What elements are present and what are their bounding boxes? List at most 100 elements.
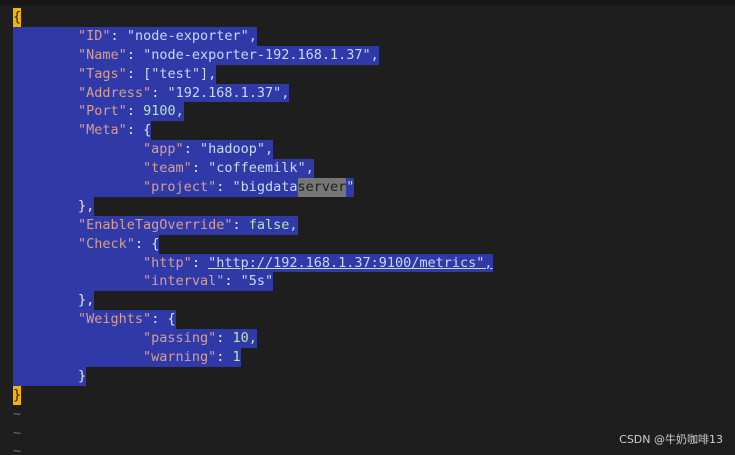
colon: : <box>110 26 127 46</box>
json-value: "hadoop", <box>199 140 274 160</box>
code-line[interactable]: "warning": 1 <box>13 348 735 367</box>
json-key: "Meta" <box>78 121 127 141</box>
json-key: "Check" <box>78 234 135 254</box>
json-value: 10, <box>232 329 257 349</box>
empty-line-marker: ~ <box>13 405 22 422</box>
code-line[interactable]: "project": "bigdataserver" <box>13 178 735 197</box>
json-value: ["test"], <box>143 64 217 84</box>
text-buffer[interactable]: { "ID": "node-exporter", "Name": "node-e… <box>13 8 735 455</box>
json-value: { <box>151 234 160 254</box>
line-indent <box>13 234 79 254</box>
line-indent <box>13 253 144 273</box>
json-key: "warning" <box>143 348 217 367</box>
code-editor[interactable]: { "ID": "node-exporter", "Name": "node-e… <box>0 0 735 455</box>
code-line[interactable]: "ID": "node-exporter", <box>13 26 735 46</box>
json-key: "project" <box>143 178 217 197</box>
code-line[interactable]: "team": "coffeemilk", <box>13 159 735 179</box>
line-indent <box>13 348 144 367</box>
code-line[interactable]: "Port": 9100, <box>13 102 735 122</box>
colon: : <box>191 159 209 179</box>
code-line[interactable]: }, <box>13 196 735 216</box>
colon: : <box>126 64 144 84</box>
code-line[interactable]: } <box>13 385 735 405</box>
colon: : <box>134 234 152 254</box>
line-indent <box>13 102 79 122</box>
colon: : <box>151 83 168 103</box>
colon: : <box>216 348 233 367</box>
code-line[interactable]: "app": "hadoop", <box>13 140 735 160</box>
colon: : <box>126 45 144 65</box>
json-value-end: " <box>346 178 355 197</box>
code-line[interactable]: "Tags": ["test"], <box>13 64 735 84</box>
line-indent <box>13 159 144 179</box>
colon: : <box>224 272 241 292</box>
editor-top-bar <box>0 0 735 6</box>
colon: : <box>191 253 209 273</box>
line-indent <box>13 329 144 349</box>
json-value: "bigdata <box>232 178 298 197</box>
line-indent <box>13 178 144 197</box>
line-indent <box>13 291 79 311</box>
json-key: "EnableTagOverride" <box>78 215 233 235</box>
line-indent <box>13 140 144 160</box>
colon: : <box>232 215 249 235</box>
colon: : <box>216 329 233 349</box>
line-indent <box>13 121 79 141</box>
line-indent <box>13 272 144 292</box>
line-indent <box>13 196 79 216</box>
json-key: "ID" <box>78 26 111 46</box>
code-line[interactable]: } <box>13 366 735 386</box>
cursor-closing-brace: } <box>13 385 22 405</box>
json-value: "192.168.1.37", <box>167 83 290 103</box>
line-indent <box>13 64 79 84</box>
closing-brace: } <box>78 366 87 386</box>
json-key: "Weights" <box>78 310 152 330</box>
json-key: "team" <box>143 159 192 179</box>
json-value: "coffeemilk", <box>208 159 314 179</box>
line-indent <box>13 26 79 46</box>
code-line[interactable]: "interval": "5s" <box>13 272 735 292</box>
json-value: 1 <box>232 348 241 367</box>
code-line[interactable]: }, <box>13 291 735 311</box>
closing-brace: }, <box>78 196 95 216</box>
json-key: "Tags" <box>78 64 127 84</box>
code-line[interactable]: "Check": { <box>13 234 735 254</box>
json-value: { <box>167 310 176 330</box>
json-value: "node-exporter-192.168.1.37", <box>143 45 379 65</box>
code-line[interactable]: "Address": "192.168.1.37", <box>13 83 735 103</box>
colon: : <box>216 178 233 197</box>
json-key: "Port" <box>78 102 127 122</box>
json-value: { <box>143 121 152 141</box>
colon: : <box>183 140 200 160</box>
colon: : <box>126 102 144 122</box>
line-indent <box>13 45 79 65</box>
json-key: "interval" <box>143 272 225 292</box>
json-key: "Address" <box>78 83 152 103</box>
line-indent <box>13 83 79 103</box>
code-line[interactable]: { <box>13 8 735 27</box>
line-indent <box>13 366 79 386</box>
json-value: 9100, <box>143 102 184 122</box>
code-line[interactable]: "Name": "node-exporter-192.168.1.37", <box>13 45 735 65</box>
colon: : <box>151 310 168 330</box>
watermark: CSDN @牛奶咖啡13 <box>619 433 723 446</box>
json-value: "node-exporter", <box>126 26 257 46</box>
json-url-value[interactable]: "http://192.168.1.37:9100/metrics", <box>208 253 493 273</box>
json-key: "Name" <box>78 45 127 65</box>
line-indent <box>13 215 79 235</box>
code-line[interactable]: "EnableTagOverride": false, <box>13 215 735 235</box>
closing-brace: }, <box>78 291 95 311</box>
json-key: "app" <box>143 140 184 160</box>
json-key: "passing" <box>143 329 217 349</box>
code-line[interactable]: "Weights": { <box>13 310 735 330</box>
json-value: false, <box>248 215 298 235</box>
colon: : <box>126 121 144 141</box>
line-indent <box>13 310 79 330</box>
code-line[interactable]: "http": "http://192.168.1.37:9100/metric… <box>13 253 735 273</box>
code-line[interactable]: "passing": 10, <box>13 329 735 349</box>
cursor-brace: { <box>13 8 22 27</box>
code-line[interactable]: "Meta": { <box>13 121 735 141</box>
json-value: "5s" <box>240 272 274 292</box>
json-key: "http" <box>143 253 192 273</box>
search-highlight: server <box>297 178 347 197</box>
